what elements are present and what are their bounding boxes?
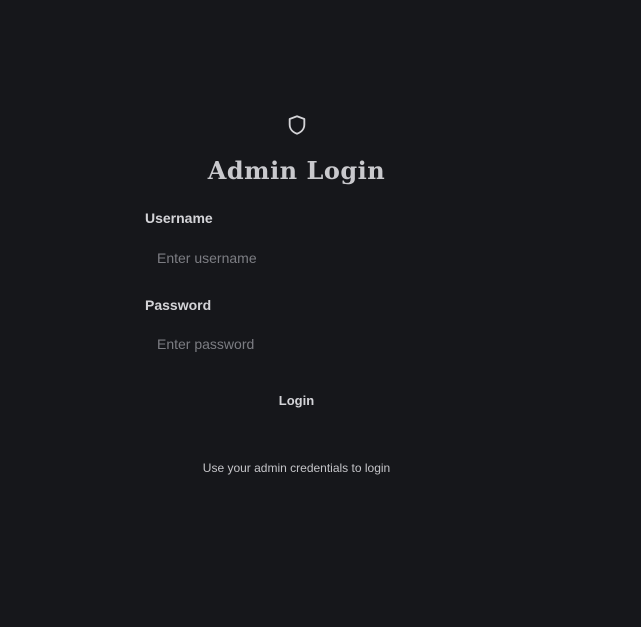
- password-input[interactable]: [145, 326, 448, 362]
- username-label: Username: [145, 210, 213, 226]
- password-label: Password: [145, 297, 212, 313]
- credentials-hint: Use your admin credentials to login: [202, 461, 391, 475]
- username-input[interactable]: [145, 240, 448, 276]
- login-button[interactable]: Login: [145, 384, 448, 416]
- shield-icon: [286, 114, 308, 136]
- login-form: Admin Login Username Password Login Use …: [145, 0, 448, 627]
- page-title: Admin Login: [207, 156, 386, 185]
